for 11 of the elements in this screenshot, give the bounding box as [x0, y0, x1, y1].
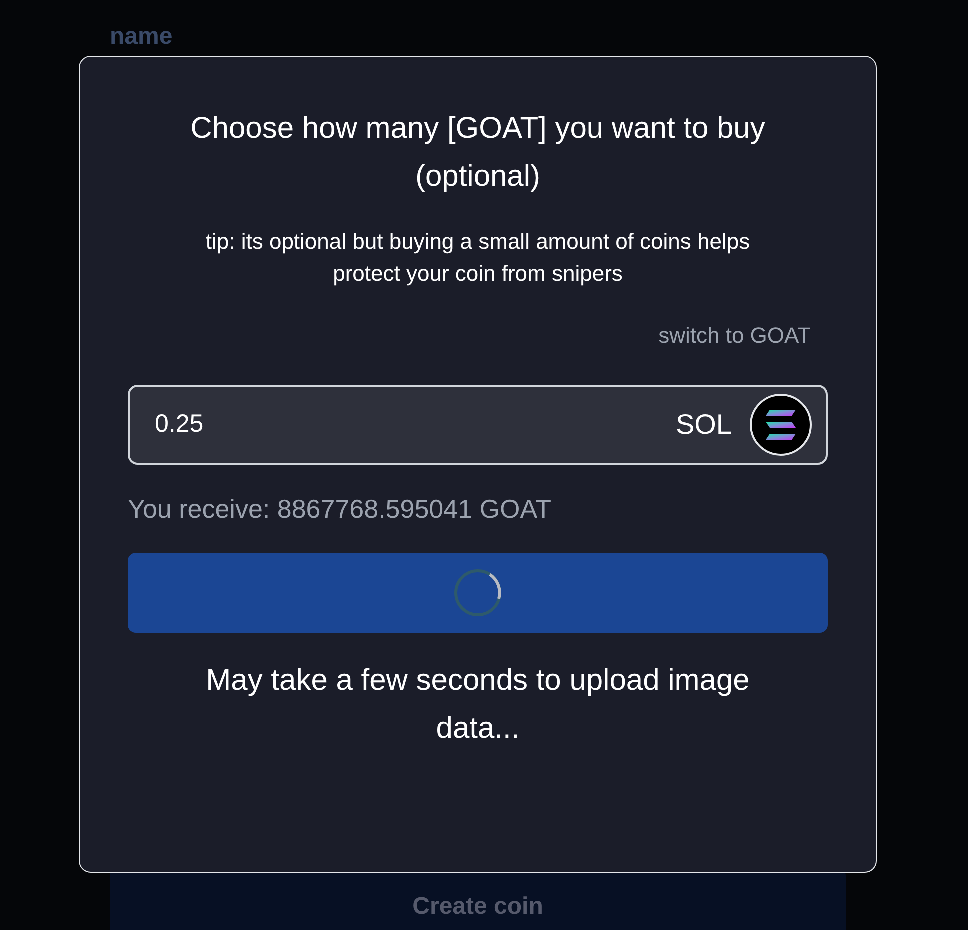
amount-value-input[interactable]: 0.25: [155, 406, 676, 444]
dialog-title: Choose how many [GOAT] you want to buy (optional): [190, 111, 766, 195]
receive-amount-text: You receive: 8867768.595041 GOAT: [128, 493, 553, 525]
upload-note: May take a few seconds to upload image data...: [205, 663, 751, 747]
field-label: name: [110, 22, 173, 52]
currency-label: SOL: [676, 408, 732, 442]
amount-input-field[interactable]: 0.25 SOL: [128, 385, 828, 465]
switch-currency-link[interactable]: switch to GOAT: [658, 322, 811, 350]
tip-text: tip: its optional but buying a small amount of coins helps protect your coin from snipers: [204, 228, 752, 288]
coin-logo-icon: [750, 394, 812, 456]
buy-button[interactable]: [128, 553, 828, 633]
